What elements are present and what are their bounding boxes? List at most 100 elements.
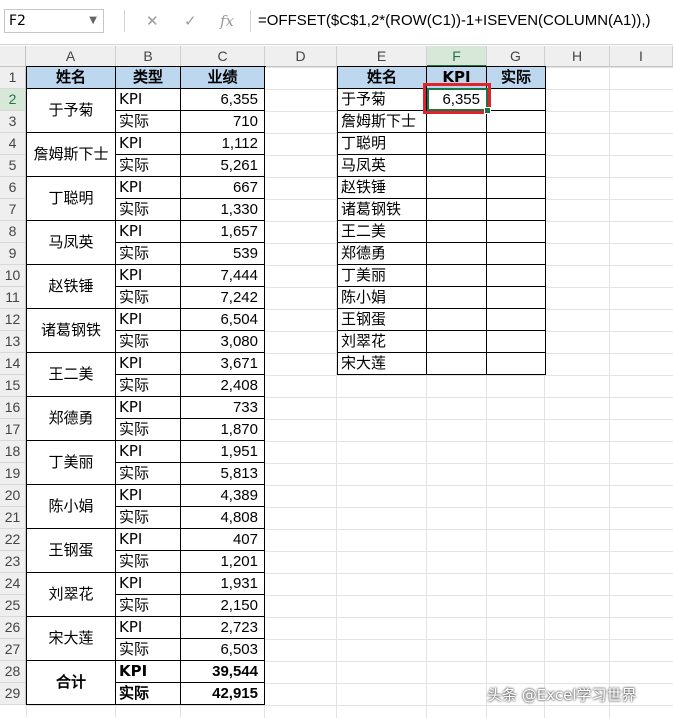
type-cell[interactable]: KPI xyxy=(116,617,181,639)
value-cell[interactable]: 3,671 xyxy=(181,353,265,375)
type-cell[interactable]: 实际 xyxy=(116,595,181,617)
table-header-cell[interactable]: 业绩 xyxy=(181,67,265,89)
value-cell[interactable]: 4,808 xyxy=(181,507,265,529)
type-cell[interactable]: 实际 xyxy=(116,331,181,353)
kpi-cell[interactable] xyxy=(427,287,487,309)
row-header-18[interactable]: 18 xyxy=(0,441,26,463)
row-header-27[interactable]: 27 xyxy=(0,639,26,661)
type-cell[interactable]: KPI xyxy=(116,177,181,199)
value-cell[interactable]: 539 xyxy=(181,243,265,265)
row-header-17[interactable]: 17 xyxy=(0,419,26,441)
type-cell[interactable]: KPI xyxy=(116,397,181,419)
actual-cell[interactable] xyxy=(487,265,546,287)
name-cell[interactable]: 王二美 xyxy=(337,221,427,243)
value-cell[interactable]: 710 xyxy=(181,111,265,133)
actual-cell[interactable] xyxy=(487,221,546,243)
name-cell[interactable]: 陈小娟 xyxy=(337,287,427,309)
kpi-cell[interactable] xyxy=(427,111,487,133)
row-header-22[interactable]: 22 xyxy=(0,529,26,551)
fx-icon[interactable]: fx xyxy=(220,10,234,32)
kpi-cell[interactable] xyxy=(427,177,487,199)
type-cell[interactable]: KPI xyxy=(116,265,181,287)
type-cell[interactable]: 实际 xyxy=(116,287,181,309)
type-cell[interactable]: 实际 xyxy=(116,419,181,441)
row-header-24[interactable]: 24 xyxy=(0,573,26,595)
type-cell[interactable]: 实际 xyxy=(116,155,181,177)
value-cell[interactable]: 2,150 xyxy=(181,595,265,617)
type-cell[interactable]: 实际 xyxy=(116,111,181,133)
row-header-20[interactable]: 20 xyxy=(0,485,26,507)
name-cell[interactable]: 赵铁锤 xyxy=(337,177,427,199)
name-cell[interactable]: 丁美丽 xyxy=(26,441,116,485)
type-cell[interactable]: KPI xyxy=(116,221,181,243)
fill-handle[interactable] xyxy=(484,107,491,114)
actual-cell[interactable] xyxy=(487,89,546,111)
name-cell[interactable]: 宋大莲 xyxy=(337,353,427,375)
value-cell[interactable]: 7,444 xyxy=(181,265,265,287)
row-header-9[interactable]: 9 xyxy=(0,243,26,265)
value-cell[interactable]: 5,261 xyxy=(181,155,265,177)
column-header-f[interactable]: F xyxy=(427,46,487,67)
actual-cell[interactable] xyxy=(487,309,546,331)
table-header-cell[interactable]: 姓名 xyxy=(26,67,116,89)
value-cell[interactable]: 1,201 xyxy=(181,551,265,573)
total-type-cell[interactable]: KPI xyxy=(116,661,181,683)
select-all-corner[interactable] xyxy=(0,46,26,67)
total-value-cell[interactable]: 42,915 xyxy=(181,683,265,705)
type-cell[interactable]: KPI xyxy=(116,441,181,463)
type-cell[interactable]: KPI xyxy=(116,485,181,507)
row-header-2[interactable]: 2 xyxy=(0,89,26,111)
value-cell[interactable]: 1,657 xyxy=(181,221,265,243)
kpi-cell[interactable] xyxy=(427,265,487,287)
row-header-12[interactable]: 12 xyxy=(0,309,26,331)
row-header-4[interactable]: 4 xyxy=(0,133,26,155)
kpi-cell[interactable] xyxy=(427,221,487,243)
row-header-23[interactable]: 23 xyxy=(0,551,26,573)
value-cell[interactable]: 5,813 xyxy=(181,463,265,485)
type-cell[interactable]: KPI xyxy=(116,353,181,375)
name-cell[interactable]: 于予菊 xyxy=(337,89,427,111)
actual-cell[interactable] xyxy=(487,287,546,309)
type-cell[interactable]: 实际 xyxy=(116,199,181,221)
value-cell[interactable]: 2,723 xyxy=(181,617,265,639)
value-cell[interactable]: 1,951 xyxy=(181,441,265,463)
name-cell[interactable]: 王钢蛋 xyxy=(337,309,427,331)
name-cell[interactable]: 丁聪明 xyxy=(26,177,116,221)
type-cell[interactable]: KPI xyxy=(116,133,181,155)
type-cell[interactable]: KPI xyxy=(116,309,181,331)
actual-cell[interactable] xyxy=(487,177,546,199)
column-header-b[interactable]: B xyxy=(116,46,181,67)
value-cell[interactable]: 1,931 xyxy=(181,573,265,595)
row-header-11[interactable]: 11 xyxy=(0,287,26,309)
type-cell[interactable]: 实际 xyxy=(116,551,181,573)
actual-cell[interactable] xyxy=(487,155,546,177)
row-header-1[interactable]: 1 xyxy=(0,67,26,89)
type-cell[interactable]: 实际 xyxy=(116,243,181,265)
name-cell[interactable]: 赵铁锤 xyxy=(26,265,116,309)
name-cell[interactable]: 丁美丽 xyxy=(337,265,427,287)
kpi-cell[interactable] xyxy=(427,353,487,375)
row-header-8[interactable]: 8 xyxy=(0,221,26,243)
row-header-15[interactable]: 15 xyxy=(0,375,26,397)
type-cell[interactable]: 实际 xyxy=(116,639,181,661)
name-cell[interactable]: 马凤英 xyxy=(337,155,427,177)
row-header-14[interactable]: 14 xyxy=(0,353,26,375)
type-cell[interactable]: KPI xyxy=(116,573,181,595)
kpi-cell[interactable] xyxy=(427,331,487,353)
value-cell[interactable]: 4,389 xyxy=(181,485,265,507)
column-header-a[interactable]: A xyxy=(26,46,116,67)
formula-input[interactable]: =OFFSET($C$1,2*(ROW(C1))-1+ISEVEN(COLUMN… xyxy=(258,10,651,32)
row-header-6[interactable]: 6 xyxy=(0,177,26,199)
value-cell[interactable]: 1,112 xyxy=(181,133,265,155)
name-cell[interactable]: 王二美 xyxy=(26,353,116,397)
column-header-c[interactable]: C xyxy=(181,46,265,67)
value-cell[interactable]: 6,503 xyxy=(181,639,265,661)
actual-cell[interactable] xyxy=(487,243,546,265)
column-header-e[interactable]: E xyxy=(337,46,427,67)
value-cell[interactable]: 733 xyxy=(181,397,265,419)
row-header-13[interactable]: 13 xyxy=(0,331,26,353)
row-header-26[interactable]: 26 xyxy=(0,617,26,639)
cancel-icon[interactable]: ✕ xyxy=(146,10,159,32)
name-cell[interactable]: 王钢蛋 xyxy=(26,529,116,573)
total-value-cell[interactable]: 39,544 xyxy=(181,661,265,683)
